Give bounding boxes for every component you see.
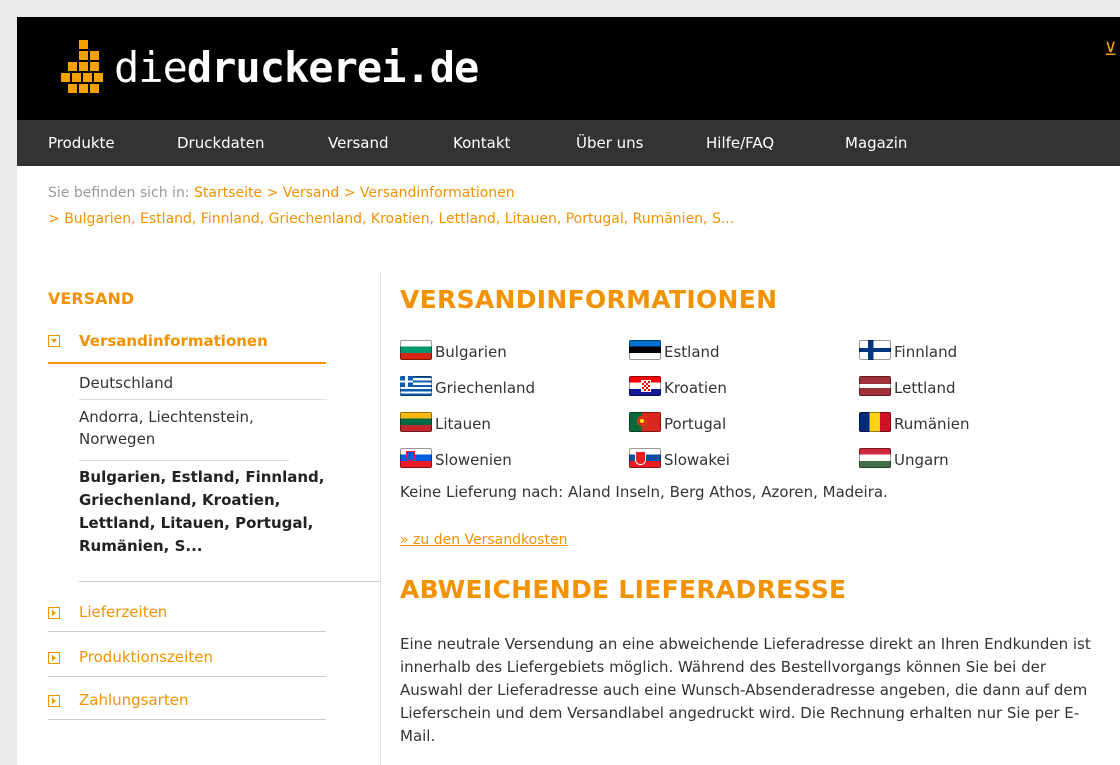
site-header: diedruckerei.de ⊻ xyxy=(17,17,1120,120)
country-name: Lettland xyxy=(894,379,956,397)
nav-item-druckdaten[interactable]: Druckdaten xyxy=(177,134,265,152)
collapse-icon xyxy=(48,335,60,347)
page-title: VERSANDINFORMATIONEN xyxy=(400,285,778,314)
sidebar-subitem-andorra[interactable]: Andorra, Liechtenstein, Norwegen xyxy=(79,406,289,461)
expand-icon xyxy=(48,652,60,664)
romania-flag-icon xyxy=(859,412,891,432)
portugal-flag-icon xyxy=(629,412,661,432)
nav-item-hilfe-faq[interactable]: Hilfe/FAQ xyxy=(706,134,774,152)
country-name: Litauen xyxy=(435,415,491,433)
country-name: Slowakei xyxy=(664,451,730,469)
main-nav: Produkte Druckdaten Versand Kontakt Über… xyxy=(17,120,1120,166)
nav-item-produkte[interactable]: Produkte xyxy=(48,134,115,152)
breadcrumb-startseite[interactable]: Startseite xyxy=(194,185,262,201)
sidebar-subitem-bulgarien[interactable]: Bulgarien, Estland, Finnland, Griechenla… xyxy=(79,466,329,578)
no-delivery-note: Keine Lieferung nach: Aland Inseln, Berg… xyxy=(400,483,888,501)
sidebar-item-label: Zahlungsarten xyxy=(79,691,189,709)
hungary-flag-icon xyxy=(859,448,891,468)
sidebar-item-label: Lieferzeiten xyxy=(79,603,168,621)
nav-item-magazin[interactable]: Magazin xyxy=(845,134,907,152)
sidebar-item-zahlungsarten[interactable]: Zahlungsarten xyxy=(48,691,326,720)
slovakia-flag-icon xyxy=(629,448,661,468)
nav-item-kontakt[interactable]: Kontakt xyxy=(453,134,510,152)
cart-icon[interactable]: ⊻ xyxy=(1104,39,1117,60)
logo-mark-icon xyxy=(61,39,108,95)
country-name: Portugal xyxy=(664,415,727,433)
expand-icon xyxy=(48,607,60,619)
lithuania-flag-icon xyxy=(400,412,432,432)
breadcrumb-prefix: Sie befinden sich in: xyxy=(48,185,190,201)
page: diedruckerei.de ⊻ Produkte Druckdaten Ve… xyxy=(17,17,1120,765)
greece-flag-icon xyxy=(400,376,432,396)
country-name: Slowenien xyxy=(435,451,512,469)
lieferadresse-paragraph: Eine neutrale Versendung an eine abweich… xyxy=(400,635,1091,745)
country-name: Kroatien xyxy=(664,379,727,397)
sidebar-item-label: Produktionszeiten xyxy=(79,648,213,666)
bulgaria-flag-icon xyxy=(400,340,432,360)
breadcrumb-current[interactable]: Bulgarien, Estland, Finnland, Griechenla… xyxy=(64,211,734,227)
country-name: Bulgarien xyxy=(435,343,507,361)
breadcrumb-line-2: > Bulgarien, Estland, Finnland, Griechen… xyxy=(48,211,734,227)
site-logo[interactable]: diedruckerei.de xyxy=(61,35,479,99)
country-name: Finnland xyxy=(894,343,958,361)
nav-item-ueber-uns[interactable]: Über uns xyxy=(576,134,644,152)
breadcrumb-separator: > xyxy=(343,185,356,201)
sidebar-title: VERSAND xyxy=(48,289,135,308)
sidebar-divider xyxy=(79,581,381,582)
column-divider xyxy=(380,272,381,765)
sidebar-item-produktionszeiten[interactable]: Produktionszeiten xyxy=(48,648,326,677)
nav-item-versand[interactable]: Versand xyxy=(328,134,389,152)
expand-icon xyxy=(48,695,60,707)
sidebar-item-lieferzeiten[interactable]: Lieferzeiten xyxy=(48,603,326,632)
section-heading-lieferadresse: ABWEICHENDE LIEFERADRESSE xyxy=(400,575,847,604)
breadcrumb-separator: > xyxy=(266,185,279,201)
latvia-flag-icon xyxy=(859,376,891,396)
sidebar-subitem-deutschland[interactable]: Deutschland xyxy=(79,372,327,400)
estonia-flag-icon xyxy=(629,340,661,360)
shipping-costs-link[interactable]: » zu den Versandkosten xyxy=(400,532,567,548)
finland-flag-icon xyxy=(859,340,891,360)
breadcrumb-versand[interactable]: Versand xyxy=(283,185,340,201)
country-name: Estland xyxy=(664,343,720,361)
sidebar-item-versandinformationen[interactable]: Versandinformationen xyxy=(48,331,326,364)
shipping-costs-link-wrap: » zu den Versandkosten xyxy=(400,528,567,552)
breadcrumb-versandinformationen[interactable]: Versandinformationen xyxy=(360,185,515,201)
slovenia-flag-icon xyxy=(400,448,432,468)
country-name: Griechenland xyxy=(435,379,536,397)
croatia-flag-icon xyxy=(629,376,661,396)
logo-text: diedruckerei.de xyxy=(114,42,479,92)
breadcrumb: Sie befinden sich in: Startseite > Versa… xyxy=(48,185,515,201)
country-name: Ungarn xyxy=(894,451,949,469)
sidebar-item-label: Versandinformationen xyxy=(79,332,268,350)
breadcrumb-separator: > xyxy=(48,211,60,227)
country-name: Rumänien xyxy=(894,415,970,433)
